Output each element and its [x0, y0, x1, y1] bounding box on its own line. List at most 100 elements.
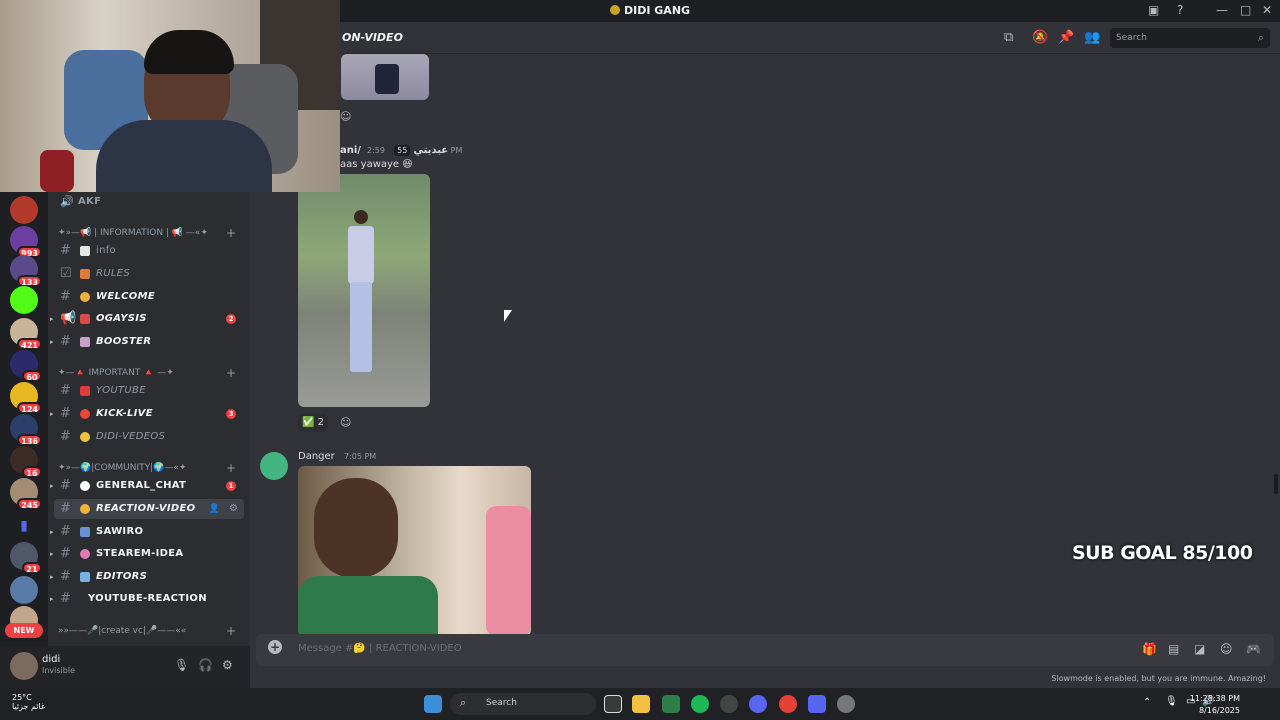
server-icon[interactable] — [10, 196, 38, 224]
task-view-icon[interactable] — [604, 695, 622, 713]
attach-plus-icon[interactable]: + — [268, 640, 282, 654]
sticker-icon[interactable]: ◪ — [1194, 642, 1205, 656]
gift-icon[interactable]: 🎁 — [1142, 642, 1157, 656]
message-video[interactable] — [298, 466, 531, 636]
category-header[interactable]: »»——🎤|create vc|🎤——«« + — [58, 624, 244, 638]
spotify-icon[interactable] — [691, 695, 709, 713]
tray-mic-icon[interactable]: 🎙 — [1165, 696, 1178, 707]
new-badge[interactable]: NEW — [5, 623, 43, 638]
channel-sawiro[interactable]: ▸ # SAWIRO — [50, 522, 244, 542]
message-image[interactable] — [341, 54, 429, 100]
notification-bell-icon[interactable]: 🔕 — [1032, 30, 1048, 45]
settings-app-icon[interactable] — [837, 695, 855, 713]
add-channel-icon[interactable]: + — [226, 461, 236, 475]
server-icon[interactable]: 993 — [10, 226, 42, 258]
channel-kick-live[interactable]: ▸ # KICK-LIVE 3 — [50, 404, 244, 424]
weather-widget[interactable]: 25°C غائم جزئيا — [12, 693, 45, 711]
channel-editors[interactable]: ▸ # EDITORS — [50, 567, 244, 587]
server-icon[interactable]: 21 — [10, 542, 42, 574]
avatar[interactable] — [10, 652, 38, 680]
channel-youtube-reaction[interactable]: ▸ # YOUTUBE-REACTION — [50, 589, 244, 609]
author-avatar[interactable] — [260, 452, 288, 480]
server-icon[interactable]: 133 — [10, 255, 42, 287]
voice-channel[interactable]: 🔊 AKF — [54, 192, 244, 212]
server-icon[interactable]: 245 — [10, 478, 42, 510]
channel-rules[interactable]: ☑ RULES — [54, 264, 244, 284]
server-icon[interactable] — [10, 576, 38, 604]
tray-chevron-icon[interactable]: ⌃ — [1143, 697, 1151, 708]
youtube-icon — [80, 386, 90, 396]
channel-general-chat[interactable]: ▸ # GENERAL_CHAT 1 — [50, 476, 244, 496]
app-icon[interactable] — [749, 695, 767, 713]
apps-icon[interactable]: 🎮 — [1246, 642, 1261, 656]
scrollbar[interactable] — [1274, 474, 1278, 494]
slowmode-notice: Slowmode is enabled, but you are immune.… — [1051, 674, 1266, 683]
category-header[interactable]: ✦»—📢 | INFORMATION | 📢 —«✦ + — [58, 226, 244, 240]
chat-area: ON-VIDEO ⧉ 🔕 📌 👥 Search ⌕ ☺ ani/عبديتي 55… — [250, 22, 1280, 688]
computer-icon — [80, 572, 90, 582]
server-icon[interactable]: 16 — [10, 446, 42, 478]
rocket-icon — [80, 337, 90, 347]
server-icon[interactable]: 124 — [10, 382, 42, 414]
channel-youtube[interactable]: # YOUTUBE — [54, 381, 244, 401]
add-reaction-icon[interactable]: ☺ — [340, 110, 351, 123]
username[interactable]: didi — [42, 654, 60, 665]
folder-icon[interactable]: ▮ — [10, 512, 38, 540]
server-icon[interactable]: 136 — [10, 414, 42, 446]
speech-bubble-icon — [80, 481, 90, 491]
discord-icon[interactable] — [808, 695, 826, 713]
gif-icon[interactable]: ▤ — [1168, 642, 1179, 656]
minimize-button[interactable]: — — [1216, 3, 1228, 17]
server-icon[interactable]: 421 — [10, 318, 42, 350]
pin-icon[interactable]: 📌 — [1058, 30, 1074, 45]
emoji-icon — [80, 292, 90, 302]
obs-icon[interactable] — [720, 695, 738, 713]
add-channel-icon[interactable]: + — [226, 624, 236, 638]
message-input[interactable]: Message #🤔 | REACTION-VIDEO — [298, 643, 462, 654]
channel-ogaysis[interactable]: ▸ 📢 OGAYSIS 2 — [50, 309, 244, 329]
window-title: DIDI GANG — [610, 4, 690, 17]
invite-icon[interactable]: 👤 — [209, 499, 220, 519]
channel-info[interactable]: # info — [54, 241, 244, 261]
start-button[interactable] — [424, 695, 442, 713]
inbox-icon[interactable]: ▣ — [1148, 3, 1159, 17]
message-image[interactable] — [298, 174, 430, 407]
megaphone-icon — [80, 314, 90, 324]
threads-icon[interactable]: ⧉ — [1004, 30, 1013, 45]
system-clock[interactable]: 11:28:38 PM 8/16/2025 — [1190, 693, 1240, 717]
thinking-icon — [80, 504, 90, 514]
add-channel-icon[interactable]: + — [226, 226, 236, 240]
channel-welcome[interactable]: # WELCOME — [54, 287, 244, 307]
search-input[interactable]: Search ⌕ — [1110, 28, 1270, 48]
emoji-icon[interactable]: ☺ — [1220, 642, 1233, 656]
channel-sidebar: 🔊 AKF ✦»—📢 | INFORMATION | 📢 —«✦ + # info ☑… — [48, 192, 250, 646]
chrome-icon[interactable] — [779, 695, 797, 713]
channel-booster[interactable]: ▸ # BOOSTER — [50, 332, 244, 352]
maximize-button[interactable]: □ — [1240, 3, 1251, 17]
brain-icon — [80, 549, 90, 559]
category-header[interactable]: ✦»—🌍|COMMUNITY|🌍—«✦ + — [58, 461, 244, 475]
member-list-icon[interactable]: 👥 — [1084, 30, 1100, 45]
channel-settings-icon[interactable]: ⚙ — [229, 499, 238, 519]
kick-server-icon[interactable] — [10, 286, 38, 314]
help-icon[interactable]: ? — [1177, 3, 1183, 17]
camera-icon — [80, 527, 90, 537]
category-header[interactable]: ✦—🔺 IMPORTANT 🔺 —✦ + — [58, 366, 244, 380]
headphones-icon[interactable]: 🎧 — [198, 658, 213, 672]
user-settings-icon[interactable]: ⚙ — [222, 658, 233, 672]
store-icon[interactable] — [662, 695, 680, 713]
channel-didi-vedeos[interactable]: # DIDI-VEDEOS — [54, 427, 244, 447]
taskbar-search[interactable]: ⌕ Search — [450, 693, 596, 715]
channel-stearem-idea[interactable]: ▸ # STEAREM-IDEA — [50, 544, 244, 564]
reaction-checkmark[interactable]: ✅ 2 — [298, 414, 328, 432]
message-composer[interactable]: + Message #🤔 | REACTION-VIDEO 🎁 ▤ ◪ ☺ 🎮 — [256, 634, 1274, 666]
microphone-icon[interactable]: 🎙 — [174, 658, 189, 672]
add-channel-icon[interactable]: + — [226, 366, 236, 380]
file-explorer-icon[interactable] — [632, 695, 650, 713]
channel-reaction-video[interactable]: # REACTION-VIDEO 👤 ⚙ — [54, 499, 244, 519]
role-badge: 55 — [394, 145, 411, 156]
close-button[interactable]: ✕ — [1262, 3, 1272, 17]
add-reaction-icon[interactable]: ☺ — [340, 416, 351, 429]
message-author[interactable]: Danger — [298, 451, 335, 462]
server-icon[interactable]: 60 — [10, 350, 42, 382]
